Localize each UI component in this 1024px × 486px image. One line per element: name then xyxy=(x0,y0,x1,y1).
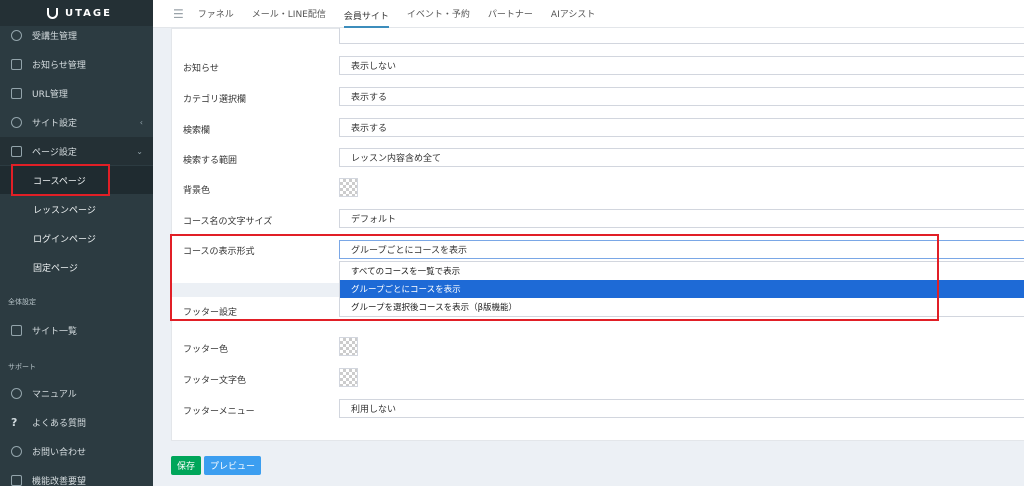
top-navigation: ☰ ファネル メール・LINE配信 会員サイト イベント・予約 パートナー AI… xyxy=(153,0,1024,28)
sidebar-item-label: サイト設定 xyxy=(32,118,78,129)
tab-mail-line[interactable]: メール・LINE配信 xyxy=(252,0,326,28)
question-icon: ? xyxy=(11,415,18,429)
preview-button[interactable]: プレビュー xyxy=(204,456,261,475)
tab-funnel[interactable]: ファネル xyxy=(198,0,234,28)
link-icon xyxy=(11,87,22,99)
sidebar-item-site-list[interactable]: サイト一覧 xyxy=(0,316,153,344)
sidebar-sub-fixed-page[interactable]: 固定ページ xyxy=(0,253,153,281)
tab-partner[interactable]: パートナー xyxy=(488,0,533,28)
sidebar-item-contact[interactable]: お問い合わせ xyxy=(0,437,153,465)
save-button[interactable]: 保存 xyxy=(171,456,201,475)
document-icon xyxy=(11,145,22,157)
user-icon xyxy=(11,29,22,41)
sidebar-item-url[interactable]: URL管理 xyxy=(0,79,153,107)
sidebar-item-label: よくある質問 xyxy=(32,418,87,429)
select-category[interactable]: 表示する xyxy=(339,87,1024,106)
sidebar-item-label: お問い合わせ xyxy=(32,447,87,458)
document-icon xyxy=(11,474,22,486)
sitemap-icon xyxy=(11,324,22,336)
chat-icon xyxy=(11,445,22,457)
hamburger-menu-icon[interactable]: ☰ xyxy=(173,7,184,21)
sidebar-item-page-settings[interactable]: ページ設定 ⌄ xyxy=(0,137,153,165)
select-notice[interactable]: 表示しない xyxy=(339,56,1024,75)
logo-text: UTAGE xyxy=(65,7,112,19)
gear-icon xyxy=(11,116,22,128)
sidebar-item-students[interactable]: 受講生管理 xyxy=(0,21,153,49)
select-footer-menu[interactable]: 利用しない xyxy=(339,399,1024,418)
sidebar-item-label: 受講生管理 xyxy=(32,31,78,42)
sidebar-item-label: ページ設定 xyxy=(32,147,77,158)
footer-color-swatch[interactable] xyxy=(339,337,358,356)
tab-events[interactable]: イベント・予約 xyxy=(407,0,470,28)
select-search-scope[interactable]: レッスン内容含め全て xyxy=(339,148,1024,167)
sidebar-sub-label: ログインページ xyxy=(33,234,96,245)
top-field-partial[interactable] xyxy=(339,28,1024,44)
label-footer-menu: フッターメニュー xyxy=(183,407,255,417)
highlight-box-display-format xyxy=(170,234,939,321)
sidebar-item-label: お知らせ管理 xyxy=(32,60,86,71)
user-icon xyxy=(11,387,22,399)
sidebar-item-label: マニュアル xyxy=(32,389,77,400)
sidebar-section-support: サポート xyxy=(8,363,36,371)
message-icon xyxy=(11,58,22,70)
label-bg-color: 背景色 xyxy=(183,186,211,196)
sidebar-item-label: サイト一覧 xyxy=(32,326,78,337)
label-footer-text-color: フッター文字色 xyxy=(183,376,247,386)
label-notice: お知らせ xyxy=(183,64,219,74)
chevron-left-icon: ‹ xyxy=(139,117,143,127)
sidebar-section-overall: 全体設定 xyxy=(8,298,36,306)
sidebar: UTAGE 受講生管理 お知らせ管理 URL管理 サイト設定 ‹ ページ設定 ⌄… xyxy=(0,0,153,486)
sidebar-sub-label: レッスンページ xyxy=(33,205,96,216)
sidebar-item-label: 機能改善要望 xyxy=(32,476,87,486)
label-category: カテゴリ選択欄 xyxy=(183,95,247,105)
select-course-font-size[interactable]: デフォルト xyxy=(339,209,1024,228)
tab-member-site[interactable]: 会員サイト xyxy=(343,6,389,28)
bg-color-swatch[interactable] xyxy=(339,178,358,197)
tab-ai-assist[interactable]: AIアシスト xyxy=(551,0,595,28)
chevron-down-icon: ⌄ xyxy=(136,146,143,156)
label-search: 検索欄 xyxy=(183,126,211,136)
sidebar-item-feature-request[interactable]: 機能改善要望 xyxy=(0,466,153,486)
sidebar-item-label: URL管理 xyxy=(32,89,68,100)
sidebar-sub-label: 固定ページ xyxy=(33,263,78,274)
logo-icon xyxy=(47,7,58,19)
sidebar-sub-lesson-page[interactable]: レッスンページ xyxy=(0,195,153,223)
sidebar-sub-login-page[interactable]: ログインページ xyxy=(0,224,153,252)
select-search[interactable]: 表示する xyxy=(339,118,1024,137)
sidebar-item-site-settings[interactable]: サイト設定 ‹ xyxy=(0,108,153,136)
highlight-box-sidebar xyxy=(11,164,110,196)
label-course-font-size: コース名の文字サイズ xyxy=(183,217,273,227)
sidebar-item-notices[interactable]: お知らせ管理 xyxy=(0,50,153,78)
footer-text-color-swatch[interactable] xyxy=(339,368,358,387)
label-search-scope: 検索する範囲 xyxy=(183,156,238,166)
label-footer-color: フッター色 xyxy=(183,345,229,355)
sidebar-item-faq[interactable]: ? よくある質問 xyxy=(0,408,153,436)
sidebar-item-manual[interactable]: マニュアル xyxy=(0,379,153,407)
